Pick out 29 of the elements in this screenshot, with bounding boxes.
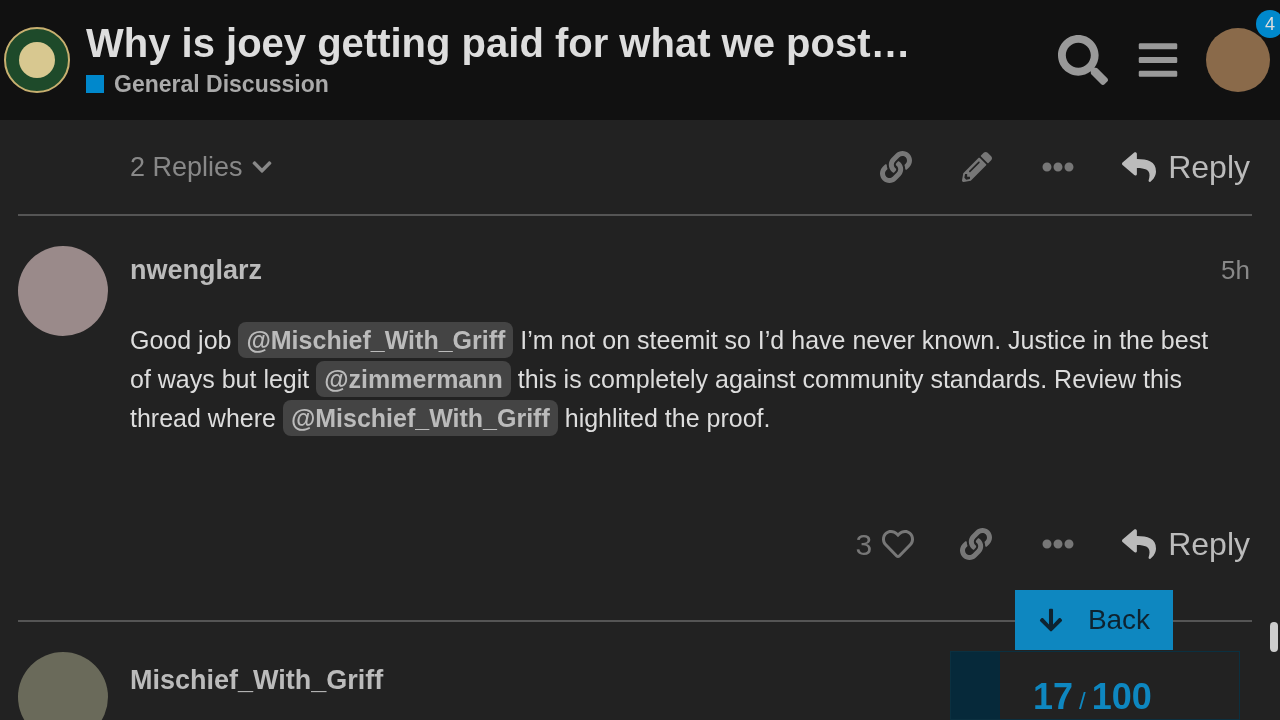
edit-icon[interactable] <box>962 152 993 182</box>
timeline-track[interactable]: 17 / 100 <box>950 651 1240 720</box>
topic-title[interactable]: Why is joey getting paid for what we post… <box>86 18 1058 67</box>
category-link[interactable]: General Discussion <box>114 66 329 102</box>
scrollbar-thumb <box>1270 622 1278 652</box>
author-name[interactable]: Mischief_With_Griff <box>130 660 384 694</box>
link-icon[interactable] <box>880 151 913 183</box>
user-mention[interactable]: @zimmermann <box>316 360 511 397</box>
search-icon[interactable] <box>1058 35 1108 85</box>
user-mention[interactable]: @Mischief_With_Griff <box>238 321 514 358</box>
heart-icon[interactable] <box>882 528 915 560</box>
author-avatar[interactable] <box>18 652 108 720</box>
post-position: 17 <box>1033 675 1074 719</box>
post-time[interactable]: 5h <box>1221 250 1250 290</box>
author-name[interactable]: nwenglarz <box>130 250 263 291</box>
reply-icon <box>1122 150 1157 184</box>
notification-badge[interactable]: 4 <box>1256 10 1280 38</box>
replies-toggle[interactable]: 2 Replies <box>130 146 273 188</box>
reply-icon <box>1122 527 1157 561</box>
reply-button[interactable]: Reply <box>1122 520 1250 568</box>
post-total: 100 <box>1091 675 1152 719</box>
post-body: Good job @Mischief_With_Griff I’m not on steemit so I’d have never known. Justice in the best of ways but legit @zimmermann this is completely against community standards. Review this thread where @Mischief_With_Griff highlited the proof. <box>130 320 1252 438</box>
user-mention[interactable]: @Mischief_With_Griff <box>282 399 558 436</box>
link-icon[interactable] <box>960 528 993 560</box>
position-separator: / <box>1079 686 1086 716</box>
back-button[interactable]: Back <box>1015 590 1173 650</box>
down-arrow-icon <box>1037 607 1064 633</box>
like-count: 3 <box>855 526 873 563</box>
reply-button[interactable]: Reply <box>1122 143 1250 191</box>
